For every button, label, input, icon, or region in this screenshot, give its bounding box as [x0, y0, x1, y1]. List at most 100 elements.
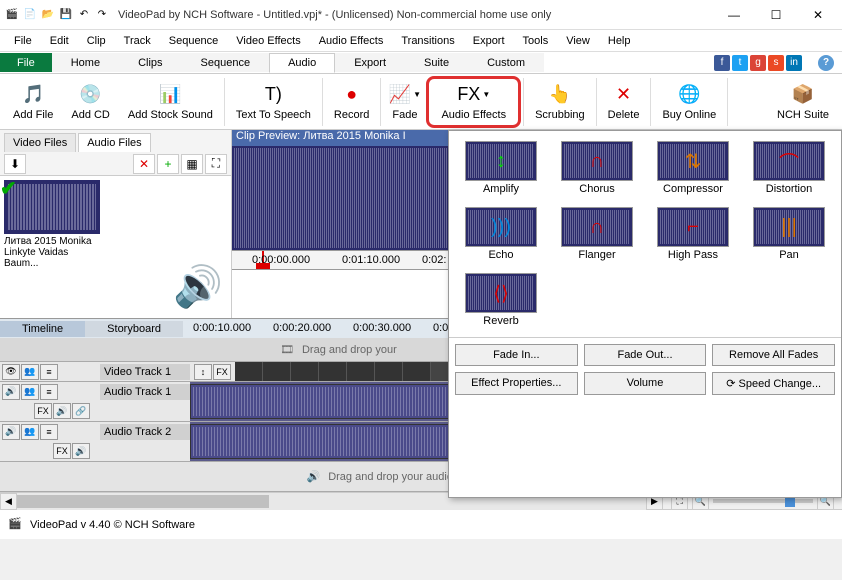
audio-effects-button[interactable]: FX▼Audio Effects	[426, 76, 521, 128]
linkedin-icon[interactable]: in	[786, 55, 802, 71]
bin-delete-button[interactable]: ✕	[133, 154, 155, 174]
track-fx-button[interactable]: FX	[213, 364, 231, 380]
clip-thumbnail[interactable]: ✔ Литва 2015 Monika Linkyte Vaidas Baum.…	[4, 180, 100, 269]
tab-storyboard[interactable]: Storyboard	[85, 321, 183, 337]
check-icon: ✔	[0, 176, 17, 201]
people-icon[interactable]: 👥	[21, 384, 39, 400]
fx-chorus[interactable]: ∩Chorus	[553, 139, 641, 197]
fx-high-pass[interactable]: ⌐High Pass	[649, 205, 737, 263]
twitter-icon[interactable]: t	[732, 55, 748, 71]
new-icon[interactable]: 📄	[22, 7, 38, 23]
buy-online-button[interactable]: 🌐Buy Online	[653, 76, 725, 128]
track-mute-button[interactable]: 🔊	[53, 403, 71, 419]
ribbon-tab-file[interactable]: File	[0, 53, 52, 72]
track-link-button[interactable]: 🔗	[72, 403, 90, 419]
clip-waveform	[4, 180, 100, 234]
ribbon-tab-export[interactable]: Export	[335, 53, 405, 72]
speaker-icon: 🔊	[307, 470, 321, 483]
ribbon-tab-custom[interactable]: Custom	[468, 53, 544, 72]
status-text: VideoPad v 4.40 © NCH Software	[30, 519, 195, 531]
bin-tab-video[interactable]: Video Files	[4, 133, 76, 152]
ribbon-tab-clips[interactable]: Clips	[119, 53, 181, 72]
help-icon[interactable]: ?	[818, 55, 834, 71]
stumble-icon[interactable]: s	[768, 55, 784, 71]
bin-expand-button[interactable]: ⛶	[205, 154, 227, 174]
speaker-icon[interactable]: 🔊	[2, 424, 20, 440]
tab-timeline[interactable]: Timeline	[0, 321, 85, 337]
menu-sequence[interactable]: Sequence	[161, 33, 227, 49]
ribbon-tab-home[interactable]: Home	[52, 53, 119, 72]
menu-clip[interactable]: Clip	[79, 33, 114, 49]
fx-flanger[interactable]: ∩Flanger	[553, 205, 641, 263]
redo-icon[interactable]: ↷	[94, 7, 110, 23]
menu-help[interactable]: Help	[600, 33, 639, 49]
bin-content[interactable]: ✔ Литва 2015 Monika Linkyte Vaidas Baum.…	[0, 176, 231, 318]
add-cd-button[interactable]: 💿Add CD	[62, 76, 119, 128]
track-resize-button[interactable]: ↕	[194, 364, 212, 380]
scroll-left-button[interactable]: ◀	[0, 493, 17, 510]
bin-grid-button[interactable]: ▦	[181, 154, 203, 174]
speaker-icon[interactable]: 🔊	[2, 384, 20, 400]
fx-reverb[interactable]: ⟨⟩Reverb	[457, 271, 545, 329]
track-fx-button[interactable]: FX	[53, 443, 71, 459]
ribbon-tab-audio[interactable]: Audio	[269, 53, 335, 73]
menu-video-effects[interactable]: Video Effects	[228, 33, 308, 49]
minimize-button[interactable]: —	[714, 3, 754, 27]
menu-edit[interactable]: Edit	[42, 33, 77, 49]
menu-audio-effects[interactable]: Audio Effects	[311, 33, 392, 49]
menu-track[interactable]: Track	[116, 33, 159, 49]
bin-add-down-button[interactable]: ⬇	[4, 154, 26, 174]
volume-button[interactable]: Volume	[584, 372, 707, 395]
delete-button[interactable]: ✕Delete	[599, 76, 649, 128]
fx-pan[interactable]: |||Pan	[745, 205, 833, 263]
fade-button[interactable]: 📈▼Fade	[383, 76, 426, 128]
maximize-button[interactable]: ☐	[756, 3, 796, 27]
menu-view[interactable]: View	[558, 33, 598, 49]
zoom-slider[interactable]	[713, 499, 813, 503]
scrubbing-button[interactable]: 👆Scrubbing	[526, 76, 594, 128]
burger-icon[interactable]: ≡	[40, 364, 58, 380]
menu-file[interactable]: File	[6, 33, 40, 49]
window-buttons: — ☐ ✕	[714, 3, 838, 27]
add-stock-sound-button[interactable]: 📊Add Stock Sound	[119, 76, 222, 128]
fx-buttons: Fade In... Fade Out... Remove All Fades …	[449, 337, 841, 401]
ribbon-tab-suite[interactable]: Suite	[405, 53, 468, 72]
track-fx-button[interactable]: FX	[34, 403, 52, 419]
eye-icon[interactable]: 👁	[2, 364, 20, 380]
text-to-speech-button[interactable]: T)Text To Speech	[227, 76, 320, 128]
fx-compressor[interactable]: ⇅Compressor	[649, 139, 737, 197]
burger-icon[interactable]: ≡	[40, 424, 58, 440]
gplus-icon[interactable]: g	[750, 55, 766, 71]
fx-distortion[interactable]: ⌒Distortion	[745, 139, 833, 197]
facebook-icon[interactable]: f	[714, 55, 730, 71]
fade-out-button[interactable]: Fade Out...	[584, 344, 707, 366]
nch-suite-button[interactable]: 📦NCH Suite	[768, 76, 838, 128]
remove-fades-button[interactable]: Remove All Fades	[712, 344, 835, 366]
scroll-thumb[interactable]	[17, 495, 269, 508]
save-icon[interactable]: 💾	[58, 7, 74, 23]
ribbon-tab-sequence[interactable]: Sequence	[182, 53, 270, 72]
people-icon[interactable]: 👥	[21, 424, 39, 440]
effect-properties-button[interactable]: Effect Properties...	[455, 372, 578, 395]
bin-add-button[interactable]: +	[157, 154, 179, 174]
menu-tools[interactable]: Tools	[515, 33, 557, 49]
track-mute-button[interactable]: 🔊	[72, 443, 90, 459]
add-file-button[interactable]: 🎵Add File	[4, 76, 62, 128]
record-button[interactable]: ●Record	[325, 76, 378, 128]
video-track-label[interactable]: Video Track 1	[100, 364, 190, 380]
people-icon[interactable]: 👥	[21, 364, 39, 380]
fx-amplify[interactable]: ↕Amplify	[457, 139, 545, 197]
burger-icon[interactable]: ≡	[40, 384, 58, 400]
fx-echo[interactable]: )))Echo	[457, 205, 545, 263]
open-icon[interactable]: 📂	[40, 7, 56, 23]
film-icon: 🎞	[280, 343, 294, 356]
bin-tab-audio[interactable]: Audio Files	[78, 133, 150, 152]
speed-change-button[interactable]: ⟳ Speed Change...	[712, 372, 835, 395]
audio-track-1-label[interactable]: Audio Track 1	[100, 384, 190, 400]
close-button[interactable]: ✕	[798, 3, 838, 27]
audio-track-2-label[interactable]: Audio Track 2	[100, 424, 190, 440]
menu-export[interactable]: Export	[465, 33, 513, 49]
fade-in-button[interactable]: Fade In...	[455, 344, 578, 366]
undo-icon[interactable]: ↶	[76, 7, 92, 23]
menu-transitions[interactable]: Transitions	[393, 33, 462, 49]
